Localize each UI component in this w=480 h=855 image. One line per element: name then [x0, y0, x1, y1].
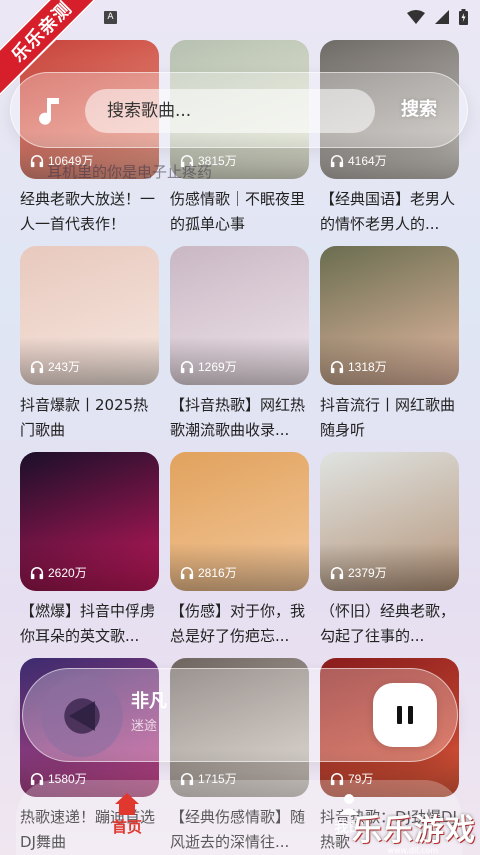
play-count-text: 1318万 [348, 360, 387, 374]
headphones-icon [330, 566, 344, 579]
playlist-card[interactable]: 2816万【伤感】对于你，我总是好了伤疤忘... [170, 452, 309, 658]
play-count: 2620万 [30, 564, 87, 581]
search-hint: 耳机里的你是电子止疼药 [47, 163, 213, 181]
player-disc [41, 675, 123, 757]
mini-player[interactable]: 非凡 迷途 [22, 668, 458, 762]
headphones-icon [30, 154, 44, 167]
playlist-card[interactable]: 2379万 （怀旧）经典老歌，勾起了往事的... [320, 452, 459, 658]
status-icons [407, 9, 468, 25]
watermark-logo: 乐乐游戏 [352, 813, 476, 848]
play-count: 2379万 [330, 564, 387, 581]
play-count-text: 2816万 [198, 566, 237, 580]
tab-home[interactable]: 首页 [112, 792, 142, 837]
playlist-cover[interactable]: 1269万 [170, 246, 309, 385]
playlist-title: 伤感情歌｜不眠夜里的孤单心事 [170, 190, 306, 233]
play-count: 4164万 [330, 152, 387, 169]
music-note-icon [39, 98, 59, 125]
headphones-icon [330, 154, 344, 167]
app-badge-icon: A [104, 10, 117, 24]
playlist-title: 【燃爆】抖音中俘虏你耳朵的英文歌... [20, 602, 156, 645]
play-count-text: 2379万 [348, 566, 387, 580]
headphones-icon [30, 360, 44, 373]
play-count-text: 243万 [48, 360, 81, 374]
play-count-text: 1269万 [198, 360, 237, 374]
battery-icon [459, 9, 468, 25]
play-triangle-icon [69, 701, 95, 731]
headphones-icon [330, 360, 344, 373]
playlist-title: （怀旧）经典老歌，勾起了往事的... [320, 602, 456, 645]
search-input[interactable] [85, 89, 375, 133]
signal-icon [435, 10, 449, 24]
playlist-title: 【抖音热歌】网红热歌潮流歌曲收录... [170, 396, 306, 439]
home-icon [115, 793, 139, 815]
play-count: 2816万 [180, 564, 237, 581]
playlist-cover[interactable]: 2620万 [20, 452, 159, 591]
play-count: 1318万 [330, 358, 387, 375]
playlist-title: 【伤感】对于你，我总是好了伤疤忘... [170, 602, 306, 645]
player-song-title: 非凡 [131, 691, 167, 712]
playlist-cover[interactable]: 1318万 [320, 246, 459, 385]
pause-button[interactable] [373, 683, 437, 747]
playlist-cover[interactable]: 2379万 [320, 452, 459, 591]
playlist-card[interactable]: 1269万【抖音热歌】网红热歌潮流歌曲收录... [170, 246, 309, 452]
player-artist: 迷途 [131, 719, 158, 734]
playlist-card[interactable]: 243万抖音爆款丨2025热门歌曲 [20, 246, 159, 452]
playlist-title: 【经典国语】老男人的情怀老男人的... [320, 190, 456, 233]
wifi-icon [407, 10, 425, 24]
playlist-title: 抖音爆款丨2025热门歌曲 [20, 396, 149, 439]
playlist-cover[interactable]: 243万 [20, 246, 159, 385]
play-count: 1269万 [180, 358, 237, 375]
playlist-card[interactable]: 1318万抖音流行丨网红歌曲随身听 [320, 246, 459, 452]
playlist-card[interactable]: 2620万【燃爆】抖音中俘虏你耳朵的英文歌... [20, 452, 159, 658]
playlist-title: 抖音流行丨网红歌曲随身听 [320, 396, 456, 439]
playlist-cover[interactable]: 2816万 [170, 452, 309, 591]
play-count-text: 4164万 [348, 154, 387, 168]
play-count: 243万 [30, 358, 80, 375]
headphones-icon [180, 360, 194, 373]
watermark-url: www.dll.com [387, 846, 438, 855]
tab-home-label: 首页 [112, 818, 143, 836]
headphones-icon [30, 566, 44, 579]
search-bar: 耳机里的你是电子止疼药 搜索 [10, 72, 468, 181]
headphones-icon [180, 566, 194, 579]
search-button[interactable]: 搜索 [401, 95, 437, 121]
playlist-title: 经典老歌大放送！一人一首代表作！ [20, 190, 156, 233]
play-count-text: 2620万 [48, 566, 87, 580]
pause-icon [397, 706, 413, 724]
